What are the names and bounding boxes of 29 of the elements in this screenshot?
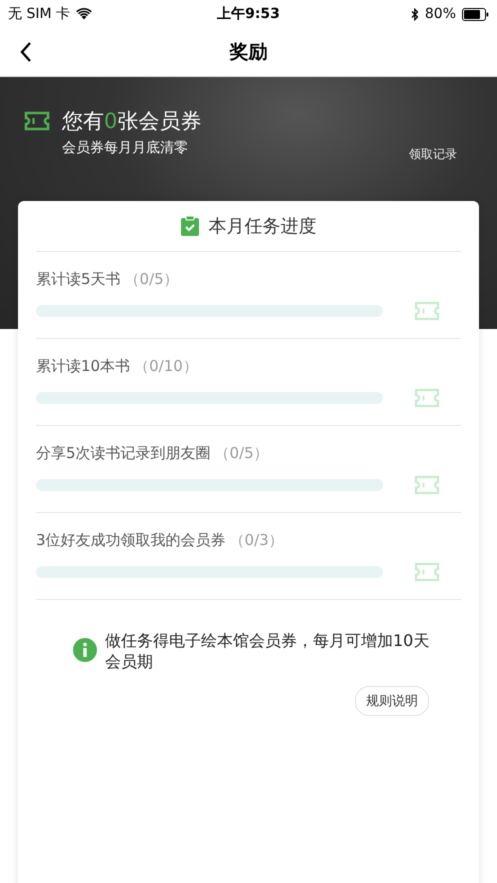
page-title: 奖励	[230, 40, 268, 65]
carrier-text: 无 SIM 卡	[8, 5, 70, 23]
ticket-icon	[414, 388, 440, 408]
ticket-icon	[24, 111, 50, 131]
rules-button[interactable]: 规则说明	[355, 686, 429, 716]
task-progress-text: （0/5）	[124, 270, 179, 288]
clipboard-check-icon	[180, 216, 198, 236]
battery-icon	[462, 8, 489, 20]
subtitle-text: 会员券每月月底清零	[62, 139, 188, 157]
ticket-icon	[414, 301, 440, 321]
task-name: 分享5次读书记录到朋友圈	[36, 444, 211, 462]
notice-text: 做任务得电子绘本馆会员券，每月可增加10天会员期	[105, 630, 430, 672]
ticket-icon	[414, 475, 440, 495]
clock-text: 上午9:53	[217, 5, 280, 23]
battery-percent-text: 80%	[424, 6, 456, 22]
task-name: 累计读5天书	[36, 270, 121, 288]
task-name: 累计读10本书	[36, 357, 130, 375]
card-title: 本月任务进度	[208, 215, 316, 238]
ticket-icon	[414, 562, 440, 582]
task-progress-text: （0/5）	[214, 444, 269, 462]
task-name: 3位好友成功领取我的会员券	[36, 531, 226, 549]
info-icon	[73, 638, 97, 662]
wifi-icon	[76, 8, 92, 20]
record-link[interactable]: 领取记录	[409, 146, 457, 163]
task-progress-text: （0/10）	[134, 357, 198, 375]
coupon-count-text: 您有0张会员券	[62, 108, 202, 135]
back-button[interactable]	[20, 41, 32, 63]
task-progress-text: （0/3）	[230, 531, 284, 549]
bluetooth-icon	[410, 8, 419, 20]
